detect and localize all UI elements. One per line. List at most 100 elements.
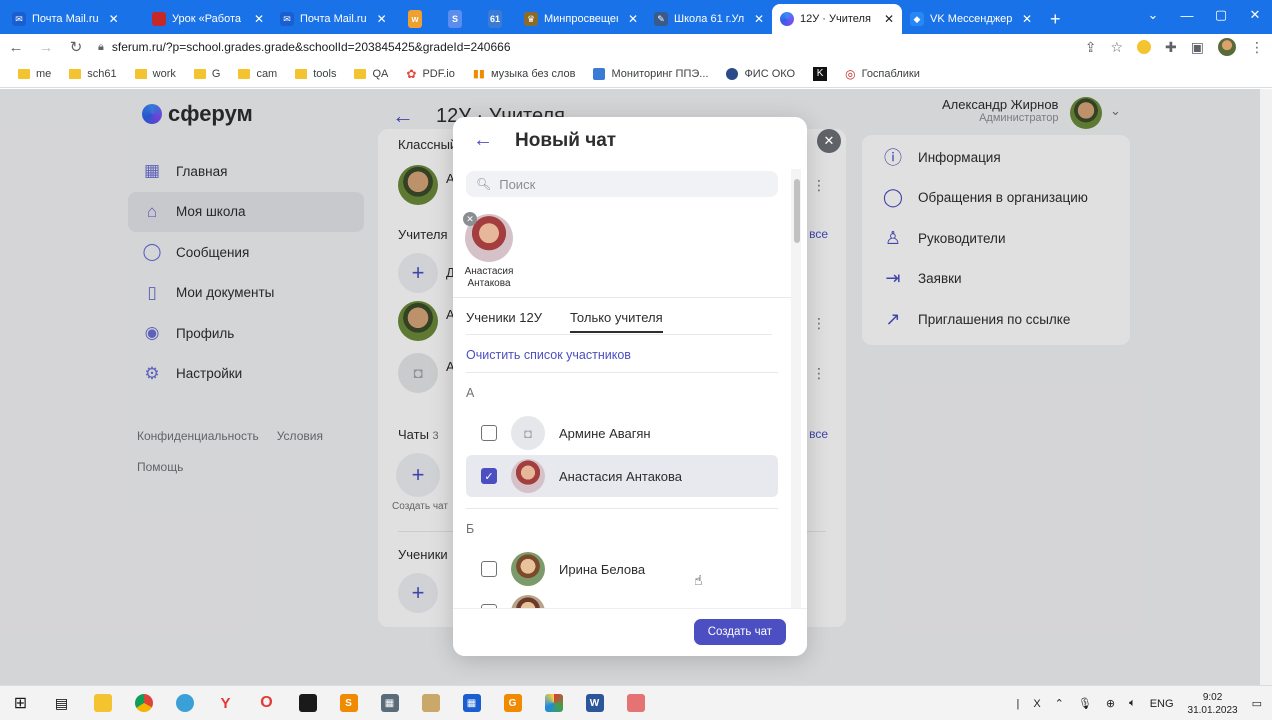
remove-participant-icon[interactable]: ✕ [463,212,477,226]
checkbox[interactable] [481,561,497,577]
tab-w[interactable]: w [402,4,428,34]
bookmark-music[interactable]: ▮▮ музыка без слов [473,67,576,81]
sidebar-item-my-school[interactable]: ⌂ Моя школа [128,191,364,232]
browser-profile-avatar[interactable] [1218,38,1236,56]
chevron-up-icon[interactable]: ⌃ [1055,697,1064,710]
create-chat-label[interactable]: Создать чат [392,501,448,512]
volume-icon[interactable]: 🔈︎ [1129,697,1136,710]
bookmark-fis-oko[interactable]: ФИС ОКО [726,67,795,80]
create-chat-button[interactable]: Создать чат [693,619,786,645]
lock-icon[interactable]: 🔒︎ [98,41,104,54]
clear-participants-link[interactable]: Очистить список участников [466,348,631,362]
bookmark-tools[interactable]: tools [295,68,336,80]
notifications-icon[interactable]: ▭ [1252,697,1262,710]
sidebar-item-messages[interactable]: ◯ Сообщения [128,232,364,272]
user-avatar[interactable] [1070,97,1102,129]
opera-icon[interactable]: O [246,686,287,720]
chevron-down-icon[interactable]: ⌄ [1136,0,1170,30]
calculator-icon[interactable]: ▦ [369,686,410,720]
language-indicator[interactable]: ENG [1150,698,1174,710]
modal-scroll-thumb[interactable] [794,179,800,243]
tab-lesson[interactable]: Урок «Работа с ✕ [144,4,272,34]
page-scrollbar[interactable] [1260,89,1272,685]
chevron-down-icon[interactable]: ⌄ [1110,103,1121,119]
tab-vk[interactable]: ◆ VK Мессенджер ✕ [902,4,1040,34]
camera-placeholder-icon[interactable]: ◘ [398,353,438,393]
back-arrow-icon[interactable]: ← [392,103,414,129]
extension-coin-icon[interactable] [1137,40,1152,54]
show-all-link[interactable]: все [809,227,828,241]
tab-mail-2[interactable]: ✉ Почта Mail.ru ✕ [272,4,402,34]
create-chat-icon[interactable]: + [396,453,440,497]
url-text[interactable]: sferum.ru/?p=school.grades.grade&schoolI… [112,40,511,54]
yandex-icon[interactable]: Y [205,686,246,720]
edge-icon[interactable] [164,686,205,720]
tab-s[interactable]: S [428,4,468,34]
tab-61[interactable]: 61 [468,4,508,34]
add-icon[interactable]: + [398,573,438,613]
bookmark-cam[interactable]: cam [238,68,277,80]
checkbox-checked[interactable]: ✓ [481,468,497,484]
close-tab-icon[interactable]: ✕ [628,12,638,26]
sidebar-icon[interactable]: ▣ [1191,39,1204,56]
more-vert-icon[interactable]: ⋮ [1250,39,1264,56]
sidebar-item-home[interactable]: ▦ Главная [128,151,364,191]
app-orange-icon[interactable]: G [492,686,533,720]
maximize-icon[interactable]: ▢ [1204,0,1238,30]
tab-teachers-only[interactable]: Только учителя [569,310,663,333]
share-icon[interactable]: ⇪ [1085,39,1097,56]
list-item[interactable]: ✓ Анастасия Антакова [466,455,778,497]
show-all-link[interactable]: все [809,427,828,441]
sidebar-item-profile[interactable]: ◉ Профиль [128,313,364,353]
terms-link[interactable]: Условия [277,429,323,443]
tab-school61[interactable]: ✎ Школа 61 г.Уль ✕ [646,4,772,34]
bookmark-monitoring[interactable]: Мониторинг ППЭ... [593,67,708,80]
app-blue-icon[interactable]: ▦ [451,686,492,720]
word-icon[interactable]: W [574,686,615,720]
reload-icon[interactable]: ↻ [68,38,84,56]
star-icon[interactable]: ☆ [1110,39,1123,56]
puzzle-icon[interactable]: ✚ [1165,39,1177,56]
bookmark-qa[interactable]: QA [354,68,388,80]
search-input[interactable] [499,176,770,192]
sublime-icon[interactable]: S [328,686,369,720]
avatar[interactable] [398,165,438,205]
tray-x-icon[interactable]: X [1033,698,1040,710]
menu-item-info[interactable]: ⓘ Информация [862,137,1130,178]
close-tab-icon[interactable]: ✕ [884,12,894,26]
clock[interactable]: 9:02 31.01.2023 [1188,691,1238,717]
add-icon[interactable]: + [398,253,438,293]
menu-item-applications[interactable]: ⇥ Заявки [862,259,1130,300]
sferum-logo[interactable]: сферум [142,101,253,127]
user-info[interactable]: Александр Жирнов Администратор [942,97,1058,124]
more-vert-icon[interactable]: ⋮ [812,315,826,332]
task-view-icon[interactable]: ▤ [41,686,82,720]
tab-sferum-active[interactable]: 12У · Учителя —✕ [772,4,902,34]
privacy-link[interactable]: Конфиденциальность [137,429,259,443]
bookmark-me[interactable]: me [18,68,51,80]
url-field[interactable]: 🔒︎ sferum.ru/?p=school.grades.grade&scho… [98,35,1071,59]
close-modal-icon[interactable]: ✕ [817,129,841,153]
tab-mail-1[interactable]: ✉ Почта Mail.ru ✕ [4,4,144,34]
windows-start-icon[interactable]: ⊞ [0,686,41,720]
new-tab-button[interactable]: + [1040,4,1071,34]
bookmark-sch61[interactable]: sch61 [69,68,117,80]
menu-item-leaders[interactable]: ♙ Руководители [862,218,1130,259]
selected-participant[interactable]: ✕ Анастасия Антакова [463,212,515,290]
forward-icon[interactable]: → [38,39,54,56]
network-icon[interactable]: ⊕ [1106,697,1115,710]
minimize-icon[interactable]: — [1170,0,1204,30]
list-item[interactable]: Ирина Белова [466,548,778,590]
search-box[interactable]: 🔍︎ [466,171,778,197]
sidebar-item-settings[interactable]: ⚙ Настройки [128,354,364,394]
bookmark-k[interactable]: K [813,66,828,81]
bookmark-pdfio[interactable]: ✿ PDF.io [406,67,454,81]
help-link[interactable]: Помощь [137,460,183,474]
app-gray-icon[interactable] [615,686,656,720]
app-multicolor-icon[interactable] [533,686,574,720]
bookmark-work[interactable]: work [134,68,176,80]
terminal-icon[interactable] [287,686,328,720]
more-vert-icon[interactable]: ⋮ [812,365,826,382]
close-tab-icon[interactable]: ✕ [1022,12,1032,26]
more-vert-icon[interactable]: ⋮ [812,177,826,194]
